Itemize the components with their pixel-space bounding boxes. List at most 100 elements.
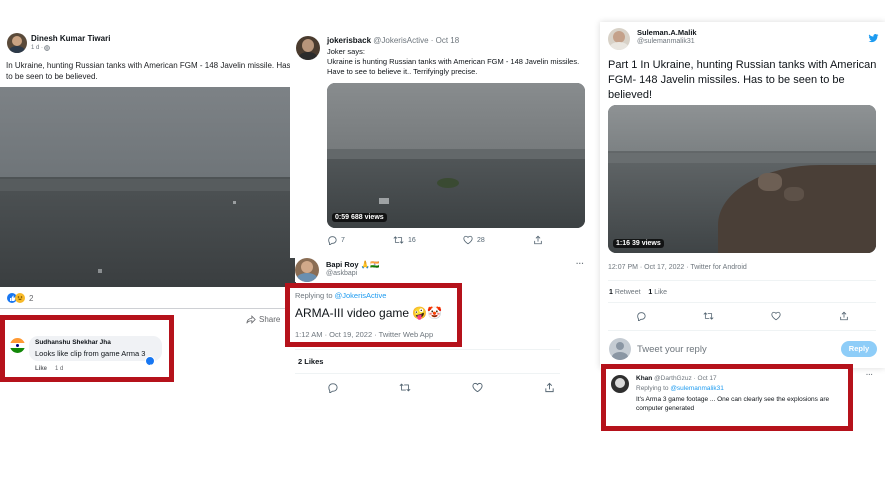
tweet-jokerisback: jokerisback @JokerisActive · Oct 18 Joke… <box>290 28 600 258</box>
joker-handle[interactable]: @JokerisActive <box>373 36 428 45</box>
suleman-avatar[interactable] <box>608 28 630 50</box>
highlight-bapi-reply: Replying to @JokerisActive ARMA-III vide… <box>285 283 462 347</box>
twitter-logo-icon <box>868 30 879 48</box>
fb-comment-like-badge <box>145 356 155 369</box>
fb-comment-age: 1 d <box>55 366 64 372</box>
suleman-name[interactable]: Suleman.A.Malik <box>637 28 697 37</box>
bapi-name-row: Bapi Roy 🙏🇮🇳 <box>326 260 379 269</box>
fb-post-age[interactable]: 1 d · <box>31 45 43 51</box>
joker-reply-count: 7 <box>341 236 345 244</box>
khan-replying-to: Replying to @sulemanmalik31 <box>636 385 724 392</box>
suleman-divider-3 <box>608 330 876 331</box>
user-avatar <box>609 338 631 360</box>
tweet-bapi-header: Bapi Roy 🙏🇮🇳 @askbapi ··· <box>295 256 595 282</box>
bapi-handle[interactable]: @askbapi <box>326 270 357 277</box>
reply-icon <box>327 235 337 245</box>
bapi-replying-to: Replying to @JokerisActive <box>295 291 386 300</box>
heart-icon <box>463 235 473 245</box>
khan-replying-prefix: Replying to <box>636 385 671 392</box>
joker-text: Joker says: Ukraine is hunting Russian t… <box>327 47 580 76</box>
suleman-likes-label: Like <box>654 289 668 296</box>
more-icon[interactable]: ··· <box>866 372 873 379</box>
khan-header: Khan @DarthGzuz · Oct 17 <box>636 375 717 382</box>
bapi-actions <box>327 382 557 394</box>
suleman-video-time: 1:16 <box>616 240 631 247</box>
fb-comment-author[interactable]: Sudhanshu Shekhar Jha <box>35 339 111 346</box>
joker-actions: 7 16 28 <box>327 235 557 247</box>
suleman-retweets-label: Retweet <box>614 289 641 296</box>
suleman-video[interactable]: 1:16 39 views <box>608 105 876 253</box>
fb-share-label: Share <box>259 315 281 324</box>
bapi-avatar[interactable] <box>295 258 319 282</box>
joker-like-count: 28 <box>477 236 485 244</box>
khan-date[interactable]: · Oct 17 <box>694 375 717 382</box>
joker-name[interactable]: jokerisback <box>327 36 371 45</box>
fb-comment-like-button[interactable]: Like <box>35 366 47 372</box>
upload-icon[interactable] <box>839 311 849 321</box>
joker-video-badge: 0:59 688 views <box>332 213 387 222</box>
dinesh-avatar[interactable] <box>7 33 27 53</box>
joker-avatar[interactable] <box>296 36 320 60</box>
more-icon[interactable]: ··· <box>576 259 584 268</box>
suleman-retweets-num: 1 <box>609 289 613 296</box>
joker-share-button[interactable] <box>533 235 543 245</box>
suleman-handle[interactable]: @sulemanmalik31 <box>637 38 695 45</box>
bapi-likes[interactable]: 2 Likes <box>298 357 323 366</box>
bapi-reply-text: ARMA-III video game 🤪🤡 <box>295 306 443 320</box>
joker-reply-button[interactable]: 7 <box>327 235 345 245</box>
bapi-likes-divider <box>295 373 560 374</box>
suleman-video-badge: 1:16 39 views <box>613 239 664 248</box>
suleman-likes[interactable]: 1 Like <box>648 289 667 296</box>
bapi-timestamp[interactable]: 1:12 AM · Oct 19, 2022 · Twitter Web App <box>295 330 433 339</box>
suleman-retweets[interactable]: 1 Retweet <box>609 289 641 296</box>
suleman-actions <box>636 311 856 323</box>
fb-comment-text: Looks like clip from game Arma 3 <box>35 349 146 358</box>
fb-post-meta: 1 d · <box>31 45 50 51</box>
retweet-icon[interactable] <box>703 311 714 321</box>
joker-video[interactable]: 0:59 688 views <box>327 83 585 228</box>
upload-icon <box>533 235 543 245</box>
heart-icon[interactable] <box>771 311 781 321</box>
fb-divider <box>0 308 298 309</box>
fb-post-text: In Ukraine, hunting Russian tanks with A… <box>6 61 291 81</box>
joker-like-button[interactable]: 28 <box>463 235 485 245</box>
fb-share-button[interactable]: Share <box>246 315 280 324</box>
khan-name[interactable]: Khan <box>636 375 652 382</box>
suleman-divider-2 <box>608 302 876 303</box>
reply-icon[interactable] <box>636 311 646 321</box>
bapi-flags: 🙏🇮🇳 <box>360 260 380 269</box>
fb-author-name[interactable]: Dinesh Kumar Tiwari <box>31 34 110 43</box>
upload-icon[interactable] <box>544 382 555 393</box>
joker-date[interactable]: · Oct 18 <box>431 36 459 45</box>
suleman-video-views: 39 views <box>631 240 661 247</box>
suleman-stats: 1 Retweet 1 Like <box>609 289 667 296</box>
highlight-fb-comment: Sudhanshu Shekhar Jha Looks like clip fr… <box>0 315 174 382</box>
joker-video-time: 0:59 <box>335 214 350 221</box>
reply-icon[interactable] <box>327 382 338 393</box>
haha-icon <box>15 293 25 303</box>
bapi-name[interactable]: Bapi Roy <box>326 260 359 269</box>
khan-avatar[interactable] <box>611 375 629 393</box>
heart-icon[interactable] <box>472 382 483 393</box>
fb-reaction-count: 2 <box>29 293 34 303</box>
suleman-text: Part 1 In Ukraine, hunting Russian tanks… <box>608 59 877 101</box>
fb-video[interactable] <box>0 87 296 287</box>
fb-reactions[interactable]: 2 <box>7 293 33 303</box>
india-flag-icon <box>10 338 25 353</box>
highlight-khan-reply: Khan @DarthGzuz · Oct 17 Replying to @su… <box>601 364 853 431</box>
suleman-timestamp[interactable]: 12:07 PM · Oct 17, 2022 · Twitter for An… <box>608 264 747 271</box>
bapi-likes-divider-top <box>295 349 560 350</box>
bapi-replying-handle[interactable]: @JokerisActive <box>335 291 387 300</box>
joker-retweet-count: 16 <box>408 236 416 244</box>
joker-retweet-button[interactable]: 16 <box>393 235 416 245</box>
khan-replying-handle[interactable]: @sulemanmalik31 <box>670 385 724 392</box>
tweet-reply-input[interactable]: Tweet your reply <box>637 344 817 355</box>
reply-button[interactable]: Reply <box>841 341 877 357</box>
retweet-icon[interactable] <box>399 382 411 393</box>
suleman-likes-num: 1 <box>648 289 653 296</box>
joker-header: jokerisback @JokerisActive · Oct 18 <box>327 36 459 45</box>
khan-handle[interactable]: @DarthGzuz <box>654 375 692 382</box>
share-icon <box>246 315 256 324</box>
facebook-post: Dinesh Kumar Tiwari 1 d · In Ukraine, hu… <box>0 25 298 325</box>
suleman-divider-1 <box>608 280 876 281</box>
